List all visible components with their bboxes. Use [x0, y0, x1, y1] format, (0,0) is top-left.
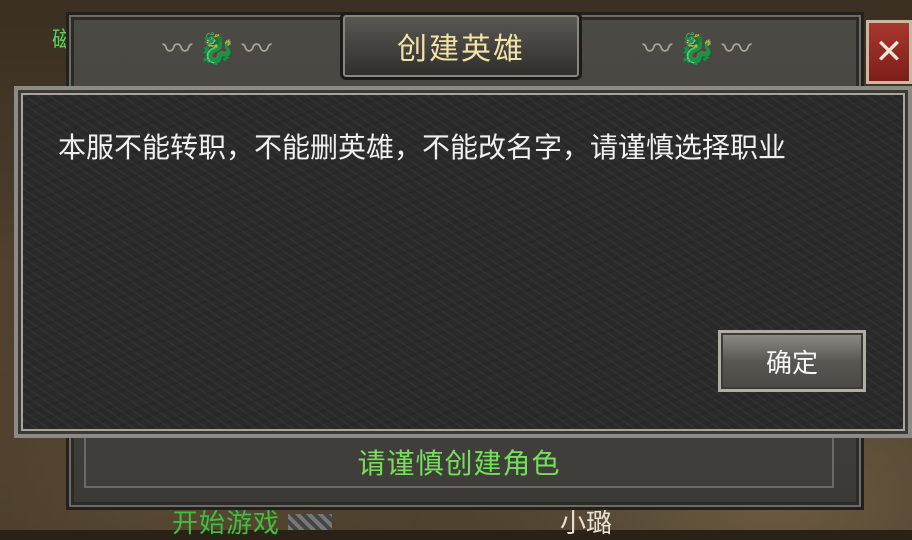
close-icon: ✕: [874, 32, 904, 72]
title-plate: 创建英雄: [340, 12, 582, 80]
panel-title: 创建英雄: [397, 32, 525, 67]
dragon-ornament-icon: 〰🐉〰: [162, 32, 278, 67]
checker-decoration: [288, 514, 332, 530]
dragon-ornament-icon: 〰🐉〰: [642, 32, 758, 67]
confirm-label: 确定: [765, 348, 818, 379]
confirm-button[interactable]: 确定: [718, 330, 866, 392]
close-button[interactable]: ✕: [866, 20, 912, 84]
footer-hint-bar: 请谨慎创建角色: [84, 436, 834, 488]
dialog-message: 本服不能转职，不能删英雄，不能改名字，请谨慎选择职业: [58, 131, 787, 164]
warning-dialog: 本服不能转职，不能删英雄，不能改名字，请谨慎选择职业 确定: [14, 86, 912, 438]
footer-hint: 请谨慎创建角色: [357, 447, 561, 480]
